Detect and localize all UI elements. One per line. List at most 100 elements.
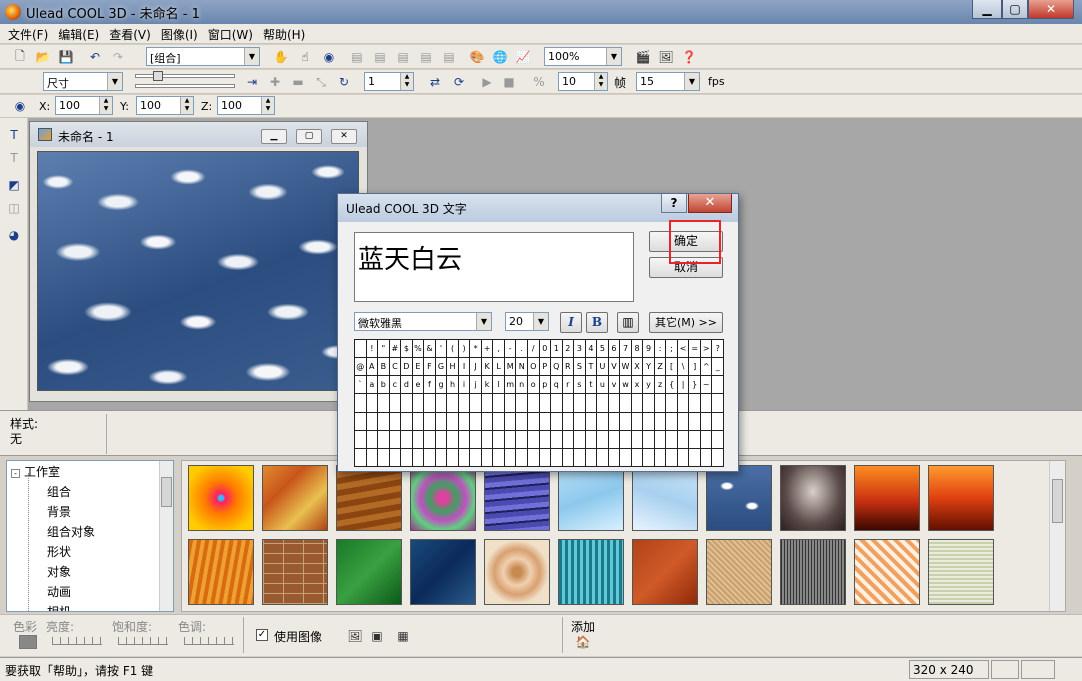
char-cell[interactable] (526, 447, 540, 468)
char-cell[interactable]: : (653, 338, 667, 359)
text-tool-icon[interactable]: T (5, 126, 23, 144)
char-cell[interactable] (550, 447, 563, 468)
char-cell[interactable] (457, 393, 471, 413)
char-cell[interactable] (561, 411, 575, 431)
menu-edit[interactable]: 编辑(E) (53, 24, 104, 43)
edit-shape-icon[interactable]: ◫ (5, 199, 23, 217)
char-cell[interactable]: { (665, 375, 678, 395)
char-cell[interactable] (423, 447, 436, 468)
char-cell[interactable]: $ (400, 338, 413, 359)
char-cell[interactable] (503, 429, 517, 449)
char-cell[interactable]: J (469, 357, 482, 377)
dialog-help-button[interactable]: ? (661, 194, 687, 213)
char-cell[interactable] (400, 429, 413, 449)
char-cell[interactable] (584, 447, 598, 468)
char-cell[interactable] (538, 429, 552, 449)
align-icon-2[interactable]: ▤ (371, 48, 389, 66)
thumb-spiral[interactable] (484, 539, 550, 605)
align-icon-3[interactable]: ▤ (394, 48, 412, 66)
char-cell[interactable]: v (607, 375, 621, 395)
char-cell[interactable] (354, 447, 367, 468)
char-cell[interactable] (630, 447, 644, 468)
char-cell[interactable]: | (676, 375, 690, 395)
char-cell[interactable] (607, 447, 621, 468)
thumb-wood[interactable] (336, 465, 402, 531)
save-icon[interactable]: 💾 (57, 48, 75, 66)
char-cell[interactable] (365, 393, 379, 413)
char-cell[interactable] (688, 429, 701, 449)
menu-help[interactable]: 帮助(H) (258, 24, 310, 43)
paint-icon[interactable]: 🎨 (468, 48, 486, 66)
minimize-button[interactable]: ▁ (972, 0, 1002, 19)
align-icon-4[interactable]: ▤ (417, 48, 435, 66)
char-cell[interactable] (446, 411, 459, 431)
load-image-icon[interactable]: 🖼 (346, 627, 364, 645)
tree-root[interactable]: - 工作室 (7, 463, 60, 483)
char-cell[interactable]: ! (365, 338, 379, 359)
thumb-orange-fabric[interactable] (188, 539, 254, 605)
char-cell[interactable] (573, 411, 586, 431)
char-cell[interactable] (526, 393, 540, 413)
char-cell[interactable] (584, 411, 598, 431)
color-swatch[interactable] (19, 635, 37, 649)
font-combo[interactable]: 微软雅黑 ▼ (354, 312, 492, 331)
char-cell[interactable]: H (446, 357, 459, 377)
add-home-icon[interactable]: 🏠 (574, 633, 592, 651)
close-button[interactable]: ✕ (1028, 0, 1074, 19)
char-cell[interactable] (596, 429, 609, 449)
char-cell[interactable] (607, 429, 621, 449)
timeline-slider-track[interactable] (135, 74, 235, 78)
brightness-slider[interactable] (52, 637, 102, 645)
thumb-linen[interactable] (928, 539, 994, 605)
char-cell[interactable] (469, 429, 482, 449)
tree-item-group[interactable]: 组合 (47, 483, 71, 503)
thumb-green[interactable] (336, 539, 402, 605)
char-cell[interactable]: t (584, 375, 598, 395)
char-cell[interactable] (365, 429, 379, 449)
timeline-slider-thumb[interactable] (153, 71, 163, 81)
char-cell[interactable] (457, 429, 471, 449)
char-cell[interactable] (434, 411, 448, 431)
tree-item-animation[interactable]: 动画 (47, 583, 71, 603)
char-cell[interactable] (711, 411, 724, 431)
thumb-blue-waves[interactable] (484, 465, 550, 531)
char-cell[interactable] (377, 429, 390, 449)
char-cell[interactable]: w (619, 375, 632, 395)
char-cell[interactable]: " (377, 338, 390, 359)
char-cell[interactable]: [ (665, 357, 678, 377)
other-button[interactable]: 其它(M) >> (649, 312, 723, 333)
doc-maximize-button[interactable]: ▢ (296, 129, 322, 144)
char-cell[interactable]: ] (688, 357, 701, 377)
char-cell[interactable] (388, 447, 402, 468)
char-cell[interactable] (711, 447, 724, 468)
char-cell[interactable] (446, 429, 459, 449)
gallery-scrollbar[interactable] (1049, 461, 1065, 611)
help-cursor-icon[interactable]: ❓ (680, 48, 698, 66)
char-cell[interactable]: y (642, 375, 655, 395)
char-cell[interactable] (400, 411, 413, 431)
char-cell[interactable]: j (469, 375, 482, 395)
char-cell[interactable] (411, 411, 425, 431)
menu-file[interactable]: 文件(F) (0, 24, 53, 43)
text-input-area[interactable]: 蓝天白云 (354, 232, 634, 302)
char-cell[interactable] (400, 447, 413, 468)
frame-spinner[interactable]: 1 ▲ ▼ (364, 72, 414, 91)
y-spinner[interactable]: 100 ▲ ▼ (136, 96, 194, 115)
char-cell[interactable] (550, 429, 563, 449)
char-cell[interactable] (492, 429, 505, 449)
char-cell[interactable] (480, 447, 494, 468)
char-cell[interactable] (584, 393, 598, 413)
char-cell[interactable] (377, 393, 390, 413)
char-cell[interactable] (411, 429, 425, 449)
doc-minimize-button[interactable]: ▁ (261, 129, 287, 144)
char-cell[interactable] (377, 447, 390, 468)
char-cell[interactable]: ' (434, 338, 448, 359)
thumb-gray-streaks[interactable] (780, 539, 846, 605)
char-cell[interactable] (480, 393, 494, 413)
thumb-swirl-purple[interactable] (410, 465, 476, 531)
shape-tool-icon[interactable]: ◩ (5, 176, 23, 194)
char-cell[interactable] (619, 429, 632, 449)
char-cell[interactable]: ~ (699, 375, 713, 395)
char-cell[interactable]: # (388, 338, 402, 359)
char-cell[interactable] (596, 393, 609, 413)
